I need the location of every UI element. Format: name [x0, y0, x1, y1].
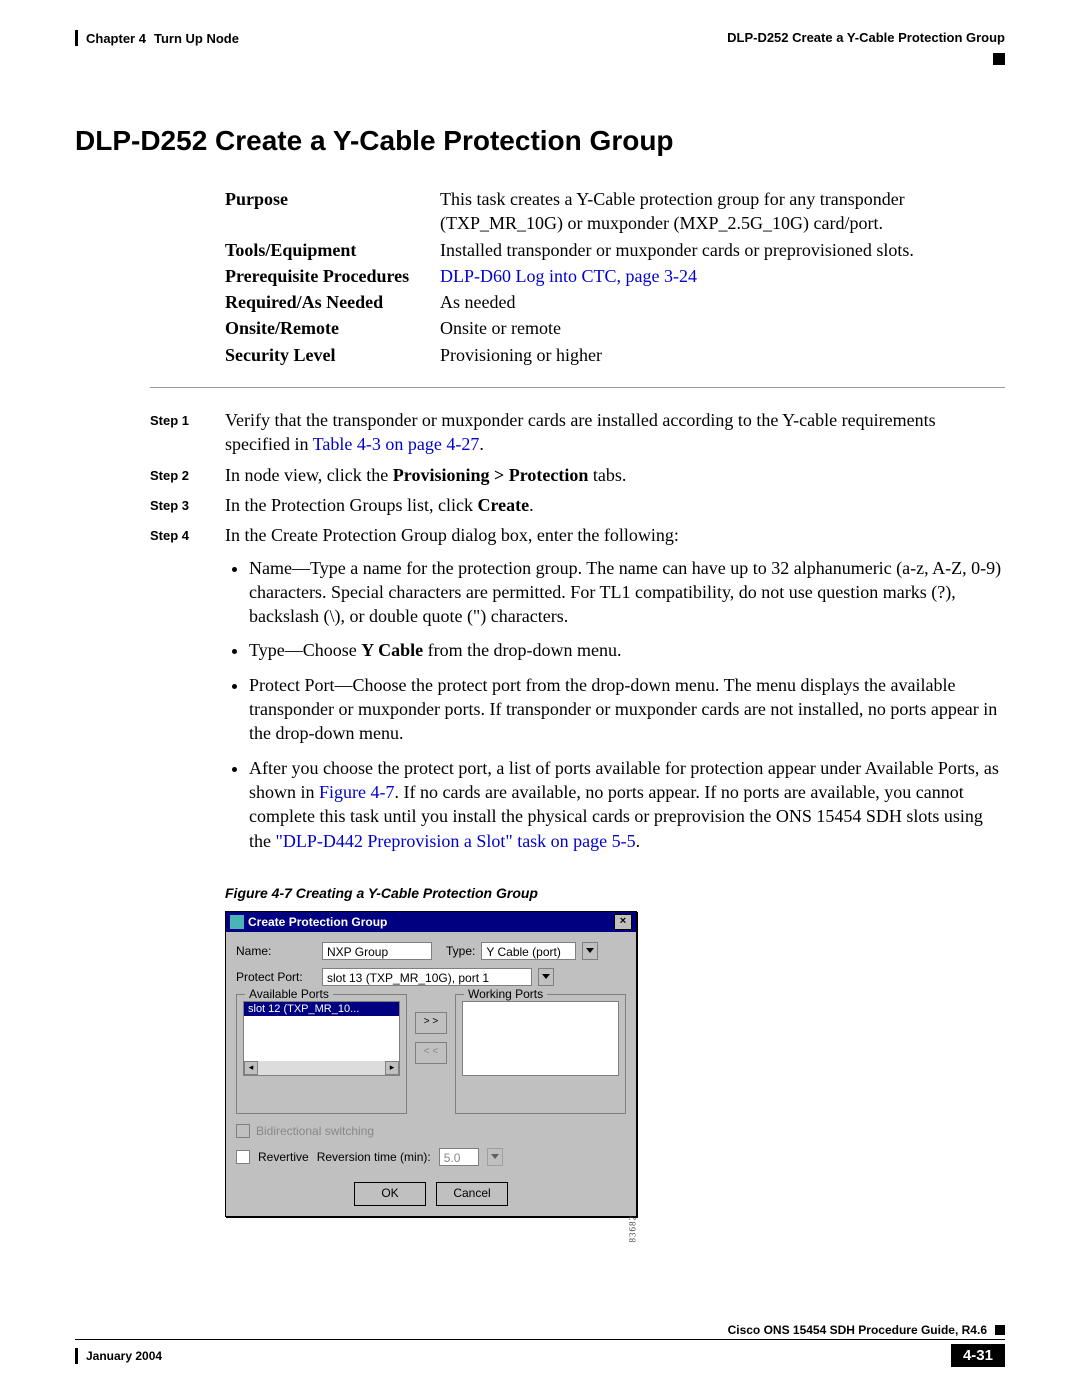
step-label: Step 4	[150, 523, 225, 863]
guide-title: Cisco ONS 15454 SDH Procedure Guide, R4.…	[728, 1323, 987, 1337]
bidirectional-label: Bidirectional switching	[256, 1124, 374, 1138]
bullet-item: After you choose the protect port, a lis…	[249, 756, 1005, 853]
step-body: In the Create Protection Group dialog bo…	[225, 523, 1005, 863]
reversion-time-select: 5.0	[439, 1148, 479, 1166]
dialog-titlebar[interactable]: Create Protection Group ×	[226, 912, 636, 932]
task-link[interactable]: "DLP-D442 Preprovision a Slot" task on p…	[276, 831, 636, 851]
step-label: Step 1	[150, 408, 225, 457]
security-value: Provisioning or higher	[440, 343, 1005, 367]
image-number: 83682	[627, 1215, 637, 1243]
dropdown-arrow-icon[interactable]	[582, 942, 598, 960]
page-title: DLP-D252 Create a Y-Cable Protection Gro…	[75, 125, 1005, 157]
step-label: Step 3	[150, 493, 225, 517]
name-label: Name:	[236, 944, 316, 958]
working-ports-label: Working Ports	[464, 987, 547, 1001]
page-number: 4-31	[951, 1344, 1005, 1367]
separator	[150, 387, 1005, 388]
dialog-title: Create Protection Group	[248, 915, 387, 929]
step-body: In node view, click the Provisioning > P…	[225, 463, 1005, 487]
footer-rule	[75, 1339, 1005, 1340]
purpose-value: This task creates a Y-Cable protection g…	[440, 187, 1005, 236]
task-info-block: Purpose This task creates a Y-Cable prot…	[225, 187, 1005, 367]
step-label: Step 2	[150, 463, 225, 487]
available-ports-label: Available Ports	[245, 987, 333, 1001]
name-field[interactable]: NXP Group	[322, 942, 432, 960]
dropdown-arrow-icon[interactable]	[538, 968, 554, 986]
app-icon	[230, 915, 244, 929]
dropdown-arrow-icon	[487, 1148, 503, 1166]
purpose-label: Purpose	[225, 187, 440, 236]
step-body: In the Protection Groups list, click Cre…	[225, 493, 1005, 517]
page-header: Chapter 4 Turn Up Node DLP-D252 Create a…	[75, 30, 1005, 65]
page-footer: Cisco ONS 15454 SDH Procedure Guide, R4.…	[75, 1323, 1005, 1367]
type-select[interactable]: Y Cable (port)	[481, 942, 576, 960]
ok-button[interactable]: OK	[354, 1182, 426, 1206]
bullet-item: Type—Choose Y Cable from the drop-down m…	[249, 638, 1005, 662]
list-item[interactable]: slot 12 (TXP_MR_10...	[244, 1002, 399, 1016]
required-label: Required/As Needed	[225, 290, 440, 314]
onsite-label: Onsite/Remote	[225, 316, 440, 340]
section-title: DLP-D252 Create a Y-Cable Protection Gro…	[727, 30, 1005, 45]
header-square-mark	[993, 53, 1005, 65]
steps-block: Step 1 Verify that the transponder or mu…	[150, 408, 1005, 863]
bullet-item: Name—Type a name for the protection grou…	[249, 556, 1005, 629]
scroll-right-icon[interactable]: ▸	[385, 1061, 399, 1075]
bidirectional-checkbox	[236, 1124, 250, 1138]
onsite-value: Onsite or remote	[440, 316, 1005, 340]
move-left-button[interactable]: < <	[415, 1042, 447, 1064]
header-rule-mark	[75, 30, 78, 46]
step-body: Verify that the transponder or muxponder…	[225, 408, 1005, 457]
create-protection-group-dialog: Create Protection Group × Name: NXP Grou…	[225, 911, 637, 1217]
chapter-number: Chapter 4	[86, 31, 146, 46]
footer-square-mark	[995, 1325, 1005, 1335]
cancel-button[interactable]: Cancel	[436, 1182, 508, 1206]
bullet-item: Protect Port—Choose the protect port fro…	[249, 673, 1005, 746]
tools-label: Tools/Equipment	[225, 238, 440, 262]
scroll-left-icon[interactable]: ◂	[244, 1061, 258, 1075]
scrollbar[interactable]: ◂ ▸	[244, 1061, 399, 1075]
figure-link[interactable]: Figure 4-7	[319, 782, 395, 802]
tools-value: Installed transponder or muxponder cards…	[440, 238, 1005, 262]
working-ports-list[interactable]	[462, 1001, 619, 1076]
revertive-checkbox[interactable]	[236, 1150, 250, 1164]
footer-rule-mark	[75, 1348, 78, 1364]
footer-date: January 2004	[86, 1349, 162, 1363]
table-link[interactable]: Table 4-3 on page 4-27	[313, 434, 480, 454]
close-button[interactable]: ×	[614, 914, 632, 930]
protect-port-select[interactable]: slot 13 (TXP_MR_10G), port 1	[322, 968, 532, 986]
prereq-label: Prerequisite Procedures	[225, 264, 440, 288]
reversion-time-label: Reversion time (min):	[317, 1150, 431, 1164]
move-right-button[interactable]: > >	[415, 1012, 447, 1034]
figure-caption: Figure 4-7 Creating a Y-Cable Protection…	[225, 885, 1005, 901]
required-value: As needed	[440, 290, 1005, 314]
prereq-link[interactable]: DLP-D60 Log into CTC, page 3-24	[440, 266, 697, 286]
chapter-title: Turn Up Node	[154, 31, 239, 46]
revertive-label: Revertive	[258, 1150, 309, 1164]
protect-port-label: Protect Port:	[236, 970, 316, 984]
security-label: Security Level	[225, 343, 440, 367]
type-label: Type:	[446, 944, 475, 958]
available-ports-list[interactable]: slot 12 (TXP_MR_10... ◂ ▸	[243, 1001, 400, 1076]
